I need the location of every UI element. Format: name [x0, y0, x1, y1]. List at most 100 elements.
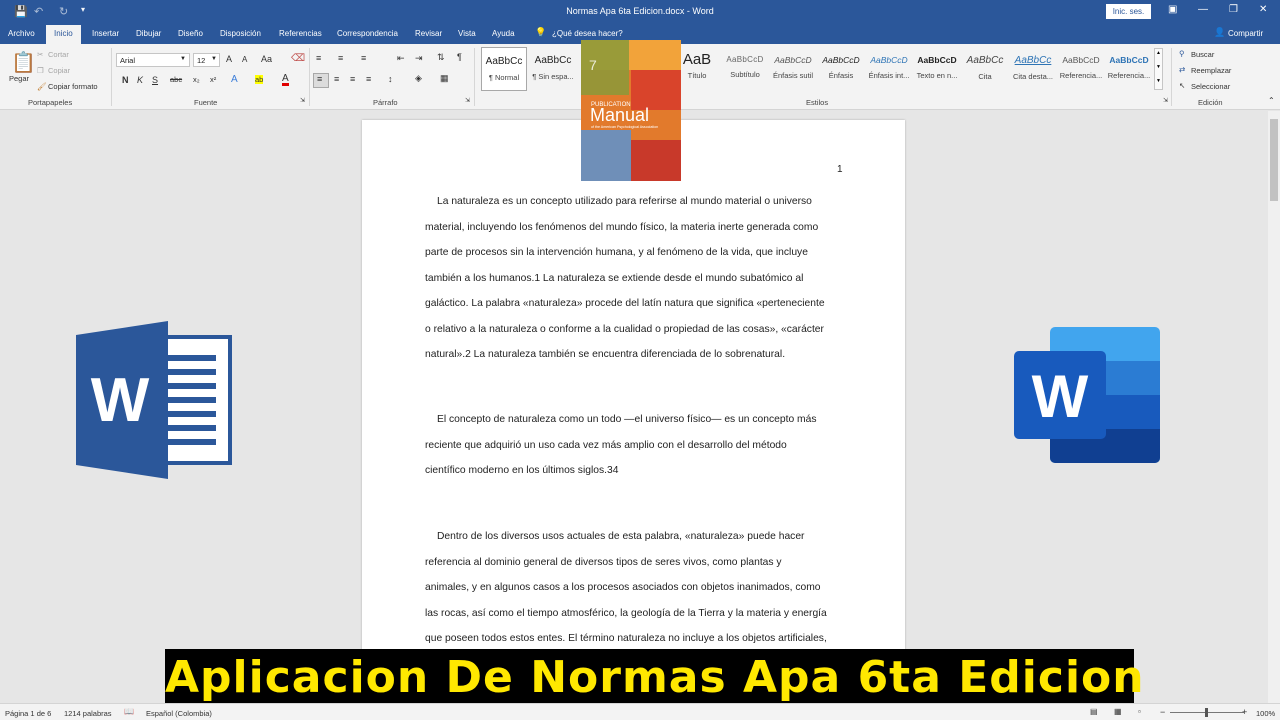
font-color-button[interactable]: A: [282, 74, 289, 86]
clear-format-icon[interactable]: ⌫: [291, 53, 305, 64]
style-intense-emphasis[interactable]: AaBbCcD Énfasis int...: [866, 47, 912, 91]
apa-manual-cover: 7 PUBLICATION Manual of the American Psy…: [581, 40, 681, 181]
cursor-icon[interactable]: ↖: [1179, 81, 1185, 90]
print-layout-icon[interactable]: ▦: [1114, 707, 1122, 716]
paragraph-2[interactable]: El concepto de naturaleza como un todo —…: [425, 407, 845, 484]
align-right-icon[interactable]: ≡: [350, 74, 355, 84]
style-subtle-reference[interactable]: AaBbCcD Referencia...: [1058, 47, 1104, 91]
tab-archivo[interactable]: Archivo: [8, 29, 35, 38]
style-emphasis[interactable]: AaBbCcD Énfasis: [818, 47, 864, 91]
multilevel-list-icon[interactable]: ≡: [361, 53, 366, 63]
cut-button[interactable]: Cortar: [48, 50, 69, 59]
style-intense-quote[interactable]: AaBbCc Cita desta...: [1010, 47, 1056, 91]
italic-button[interactable]: K: [137, 75, 143, 85]
format-painter-button[interactable]: Copiar formato: [48, 82, 98, 91]
close-icon[interactable]: ✕: [1259, 4, 1267, 15]
bullets-icon[interactable]: ≡: [316, 53, 321, 63]
tab-dibujar[interactable]: Dibujar: [136, 29, 161, 38]
document-page[interactable]: 1 La naturaleza es un concepto utilizado…: [362, 120, 905, 703]
justify-icon[interactable]: ≡: [366, 74, 371, 84]
zoom-slider[interactable]: [1170, 708, 1244, 717]
dialog-launcher-icon[interactable]: ⇲: [1163, 97, 1168, 104]
maximize-icon[interactable]: ❐: [1229, 4, 1238, 15]
superscript-button[interactable]: x²: [210, 75, 216, 84]
align-center-icon[interactable]: ≡: [334, 74, 339, 84]
minimize-icon[interactable]: —: [1198, 4, 1208, 15]
replace-button[interactable]: Reemplazar: [1191, 66, 1231, 75]
web-layout-icon[interactable]: ▫: [1138, 707, 1141, 716]
collapse-ribbon-icon[interactable]: ⌃: [1268, 96, 1275, 105]
style-subtle-emphasis[interactable]: AaBbCcD Énfasis sutil: [770, 47, 816, 91]
sign-in-button[interactable]: Inic. ses.: [1106, 4, 1151, 19]
find-button[interactable]: Buscar: [1191, 50, 1214, 59]
text-effects-button[interactable]: A: [231, 74, 238, 85]
ribbon-display-icon[interactable]: ▣: [1168, 4, 1177, 15]
underline-button[interactable]: S: [152, 75, 158, 85]
select-button[interactable]: Seleccionar: [1191, 82, 1230, 91]
grow-font-button[interactable]: A: [226, 54, 232, 64]
tab-revisar[interactable]: Revisar: [415, 29, 442, 38]
text-line: galáctico. La palabra «naturaleza» proce…: [425, 298, 825, 309]
style-normal[interactable]: AaBbCc ¶ Normal: [481, 47, 527, 91]
search-icon[interactable]: ⚲: [1179, 49, 1185, 58]
font-size-value: 12: [197, 56, 206, 65]
paste-icon[interactable]: 📋: [11, 50, 36, 75]
cut-icon[interactable]: ✂: [37, 50, 43, 59]
book-line3: of the American Psychological Associatio…: [591, 125, 658, 129]
copy-button[interactable]: Copiar: [48, 66, 70, 75]
language[interactable]: Español (Colombia): [146, 709, 212, 718]
replace-icon[interactable]: ⇄: [1179, 65, 1185, 74]
zoom-in-icon[interactable]: +: [1242, 707, 1247, 717]
font-name-select[interactable]: Arial ▼: [116, 53, 190, 67]
style-quote[interactable]: AaBbCc Cita: [962, 47, 1008, 91]
line-spacing-icon[interactable]: ↕: [388, 74, 393, 84]
dialog-launcher-icon[interactable]: ⇲: [300, 97, 305, 104]
word-count[interactable]: 1214 palabras: [64, 709, 112, 718]
numbering-icon[interactable]: ≡: [338, 53, 343, 63]
show-marks-icon[interactable]: ¶: [457, 52, 462, 62]
paste-button[interactable]: Pegar: [9, 74, 29, 83]
tab-correspondencia[interactable]: Correspondencia: [337, 29, 398, 38]
zoom-out-icon[interactable]: −: [1160, 707, 1165, 717]
tell-me-search[interactable]: ¿Qué desea hacer?: [552, 29, 623, 38]
shading-icon[interactable]: ◈: [415, 73, 422, 84]
shrink-font-button[interactable]: A: [242, 55, 247, 64]
style-subtitle[interactable]: AaBbCcD Subtítulo: [722, 47, 768, 91]
read-mode-icon[interactable]: ▤: [1090, 707, 1098, 716]
tab-vista[interactable]: Vista: [458, 29, 476, 38]
styles-scroll[interactable]: ▲ ▼ ▼: [1154, 48, 1163, 90]
tab-ayuda[interactable]: Ayuda: [492, 29, 515, 38]
dialog-launcher-icon[interactable]: ⇲: [465, 97, 470, 104]
format-painter-icon[interactable]: 🖌: [37, 82, 47, 91]
change-case-button[interactable]: Aa: [261, 54, 272, 64]
tab-diseno[interactable]: Diseño: [178, 29, 203, 38]
vertical-scrollbar[interactable]: [1268, 111, 1280, 703]
align-left-button[interactable]: ≡: [313, 73, 329, 88]
paragraph-1[interactable]: La naturaleza es un concepto utilizado p…: [425, 189, 845, 368]
more-styles-icon: ▼: [1156, 78, 1161, 84]
decrease-indent-icon[interactable]: ⇤: [397, 53, 405, 64]
tab-disposicion[interactable]: Disposición: [220, 29, 261, 38]
style-no-spacing[interactable]: AaBbCc ¶ Sin espa...: [530, 47, 576, 91]
share-button[interactable]: Compartir: [1228, 29, 1263, 38]
proofing-icon[interactable]: 📖: [124, 707, 134, 716]
tab-referencias[interactable]: Referencias: [279, 29, 322, 38]
paragraph-3[interactable]: Dentro de los diversos usos actuales de …: [425, 524, 845, 652]
sort-icon[interactable]: ⇅: [437, 52, 445, 63]
bold-button[interactable]: N: [122, 75, 129, 85]
copy-icon[interactable]: ❐: [37, 66, 44, 75]
scrollbar-thumb[interactable]: [1270, 119, 1278, 201]
style-strong[interactable]: AaBbCcD Texto en n...: [914, 47, 960, 91]
tab-insertar[interactable]: Insertar: [92, 29, 119, 38]
tab-inicio[interactable]: Inicio: [46, 25, 81, 44]
borders-icon[interactable]: ▦: [440, 73, 449, 84]
page-count[interactable]: Página 1 de 6: [5, 709, 51, 718]
font-size-select[interactable]: 12 ▼: [193, 53, 220, 67]
highlight-button[interactable]: ab: [255, 75, 264, 84]
strikethrough-button[interactable]: abc: [170, 75, 182, 84]
zoom-slider-thumb[interactable]: [1205, 708, 1208, 717]
subscript-button[interactable]: x₂: [193, 75, 200, 84]
zoom-level[interactable]: 100%: [1256, 709, 1275, 718]
increase-indent-icon[interactable]: ⇥: [415, 53, 423, 64]
style-intense-reference[interactable]: AaBbCcD Referencia...: [1106, 47, 1152, 91]
